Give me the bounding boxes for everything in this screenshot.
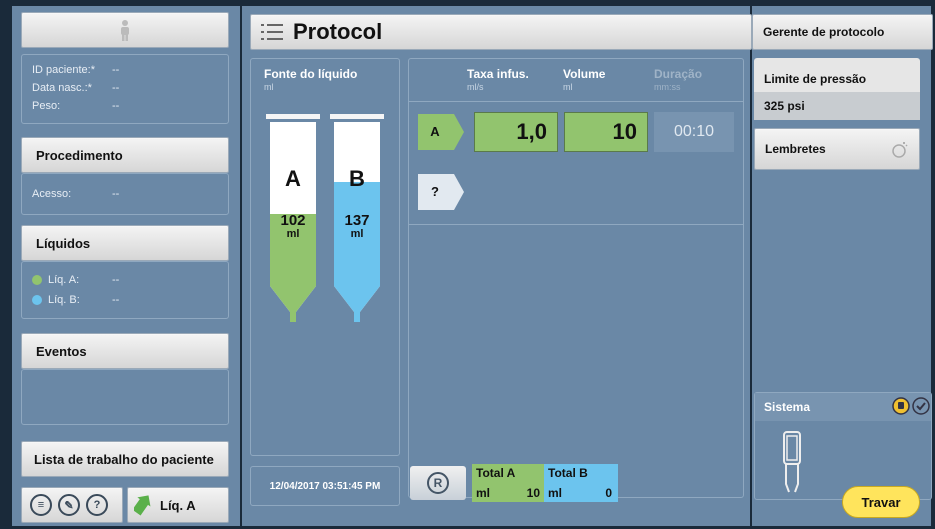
- lock-button[interactable]: Travar: [842, 486, 920, 518]
- syringe-b-volume: 137: [344, 212, 370, 229]
- add-phase-label: ?: [431, 184, 439, 199]
- weight-label: Peso:: [32, 100, 61, 112]
- check-icon: [912, 397, 930, 415]
- fluid-source-title: Fonte do líquido: [264, 67, 358, 81]
- liquids-info: Líq. A: -- Líq. B: --: [21, 261, 229, 319]
- syringe-b-letter: B: [349, 166, 365, 191]
- patient-info: ID paciente:* -- Data nasc.:* -- Peso: --: [21, 54, 229, 124]
- procedure-button[interactable]: Procedimento: [21, 137, 229, 173]
- events-button[interactable]: Eventos: [21, 333, 229, 369]
- total-b-title: Total B: [548, 466, 588, 480]
- patient-id-value: --: [112, 64, 120, 76]
- volume-header: Volume: [563, 67, 606, 81]
- patient-button[interactable]: [21, 12, 229, 48]
- bell-icon: [892, 142, 908, 158]
- rate-unit: ml/s: [467, 82, 484, 92]
- syringe-a-letter: A: [285, 166, 301, 191]
- liquid-a-label: Líq. A:: [48, 274, 80, 286]
- volume-field[interactable]: 10: [564, 112, 648, 152]
- liquid-a-select-label: Líq. A: [160, 497, 196, 513]
- page-title: Protocol: [293, 19, 383, 44]
- dob-label: Data nasc.:*: [32, 82, 92, 94]
- reminders-label: Lembretes: [765, 142, 826, 156]
- duration-value: 00:10: [654, 112, 734, 152]
- events-list: [21, 369, 229, 425]
- total-a-title: Total A: [476, 466, 516, 480]
- wrench-icon[interactable]: ✎: [58, 494, 80, 516]
- help-icon[interactable]: ?: [86, 494, 108, 516]
- list-icon[interactable]: ≡: [30, 494, 52, 516]
- syringe-a-unit: ml: [286, 228, 300, 240]
- dob-value: --: [112, 82, 120, 94]
- worklist-button[interactable]: Lista de trabalho do paciente: [21, 441, 229, 477]
- injector-icon: [783, 431, 801, 493]
- liquid-a-select-button[interactable]: Líq. A: [127, 487, 229, 523]
- total-a: Total A ml 10: [472, 464, 544, 502]
- list-icon: [261, 24, 283, 40]
- pressure-limit-card[interactable]: Limite de pressão 325 psi: [754, 58, 920, 120]
- person-icon: [121, 20, 129, 41]
- total-b-unit: ml: [548, 486, 563, 500]
- rate-field[interactable]: 1,0: [474, 112, 558, 152]
- liquid-b-dot: [32, 295, 42, 305]
- system-title: Sistema: [764, 400, 811, 414]
- access-value: --: [112, 188, 120, 200]
- protocol-header: Protocol: [250, 14, 752, 50]
- access-label: Acesso:: [32, 188, 72, 200]
- lock-label: Travar: [861, 494, 901, 510]
- reset-icon: R: [427, 472, 449, 494]
- syringe-a-volume: 102: [280, 212, 306, 229]
- liquid-a-dot: [32, 275, 42, 285]
- procedure-info: Acesso: --: [21, 173, 229, 215]
- pressure-limit-label: Limite de pressão: [764, 72, 867, 86]
- arrow-icon: [134, 495, 151, 516]
- reset-button[interactable]: R: [410, 466, 466, 500]
- liquids-button[interactable]: Líquidos: [21, 225, 229, 261]
- weight-value: --: [112, 100, 120, 112]
- tools-group: ≡ ✎ ?: [21, 487, 123, 523]
- patient-id-label: ID paciente:*: [32, 64, 95, 76]
- total-a-value: 10: [526, 486, 540, 500]
- duration-unit: mm:ss: [654, 82, 681, 92]
- reminders-button[interactable]: Lembretes: [754, 128, 920, 170]
- plug-icon: [892, 397, 910, 415]
- phases-header-divider: [409, 101, 743, 102]
- total-b: Total B ml 0: [544, 464, 618, 502]
- reset-label: R: [433, 476, 443, 490]
- liquid-a-value: --: [112, 274, 120, 286]
- phase-a-label: A: [430, 124, 440, 139]
- liquid-b-value: --: [112, 294, 120, 306]
- total-a-unit: ml: [476, 486, 491, 500]
- phases-divider: [409, 224, 743, 225]
- datetime-box: 12/04/2017 03:51:45 PM: [250, 466, 400, 506]
- liquid-b-label: Líq. B:: [48, 294, 80, 306]
- rate-header: Taxa infus.: [467, 67, 529, 81]
- pressure-limit-value: 325 psi: [754, 92, 920, 120]
- datetime: 12/04/2017 03:51:45 PM: [269, 480, 381, 492]
- volume-unit: ml: [563, 82, 573, 92]
- duration-header: Duração: [654, 67, 703, 81]
- protocol-manager-button[interactable]: Gerente de protocolo: [752, 14, 933, 50]
- fluid-source-unit: ml: [264, 82, 274, 92]
- syringe-b-unit: ml: [350, 228, 364, 240]
- total-b-value: 0: [605, 486, 612, 500]
